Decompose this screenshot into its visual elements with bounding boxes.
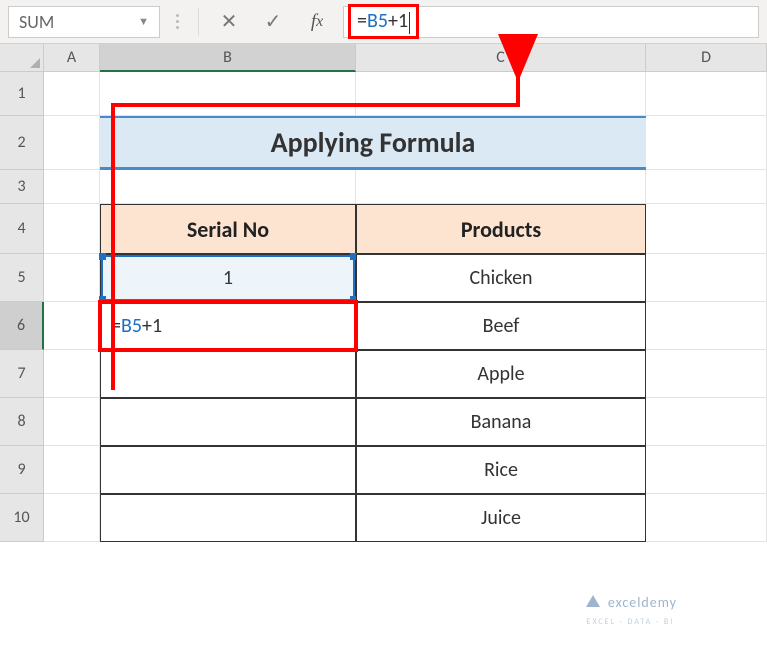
row-header-1[interactable]: 1 [0,72,44,116]
cell-a4[interactable] [44,204,100,254]
cell-c8[interactable]: Banana [356,398,646,446]
formula-bar: SUM ▼ ✕ ✓ fx =B5+1 [0,0,767,44]
cell-b3[interactable] [100,170,356,204]
expand-dots-icon[interactable] [168,14,186,29]
enter-icon[interactable]: ✓ [255,6,291,38]
col-header-d[interactable]: D [646,44,767,72]
cell-d8[interactable] [646,398,767,446]
cell-a3[interactable] [44,170,100,204]
row-header-6[interactable]: 6 [0,302,44,350]
row-header-5[interactable]: 5 [0,254,44,302]
watermark-sub: EXCEL · DATA · BI [587,617,675,627]
cell-c5[interactable]: Chicken [356,254,646,302]
cell-b7[interactable] [100,350,356,398]
cell-c7[interactable]: Apple [356,350,646,398]
cell-d10[interactable] [646,494,767,542]
cell-d2[interactable] [646,116,767,170]
row-header-10[interactable]: 10 [0,494,44,542]
formula-highlight-box: =B5+1 [348,4,419,38]
cell-d7[interactable] [646,350,767,398]
cell-a6[interactable] [44,302,100,350]
cell-c3[interactable] [356,170,646,204]
col-header-a[interactable]: A [44,44,100,72]
header-serial-no[interactable]: Serial No [100,204,356,254]
edit-mode-indicator [354,303,357,349]
cell-b8[interactable] [100,398,356,446]
cell-a10[interactable] [44,494,100,542]
cell-b6-editing[interactable]: =B5+1 [100,302,356,350]
chevron-down-icon[interactable]: ▼ [138,15,149,28]
separator [198,8,199,36]
cell-c6[interactable]: Beef [356,302,646,350]
name-box[interactable]: SUM ▼ [8,6,160,38]
cell-d5[interactable] [646,254,767,302]
cell-d3[interactable] [646,170,767,204]
cell-a7[interactable] [44,350,100,398]
cell-a1[interactable] [44,72,100,116]
select-all-corner[interactable] [0,44,44,72]
row-header-7[interactable]: 7 [0,350,44,398]
title-cell[interactable]: Applying Formula [100,116,646,170]
text-caret [409,12,410,34]
row-header-2[interactable]: 2 [0,116,44,170]
cell-a5[interactable] [44,254,100,302]
cell-a2[interactable] [44,116,100,170]
cell-a9[interactable] [44,446,100,494]
cell-b6-formula: =B5+1 [111,314,162,338]
row-header-4[interactable]: 4 [0,204,44,254]
row-header-9[interactable]: 9 [0,446,44,494]
cell-c9[interactable]: Rice [356,446,646,494]
cell-b1[interactable] [100,72,356,116]
cell-b10[interactable] [100,494,356,542]
cell-b9[interactable] [100,446,356,494]
col-header-c[interactable]: C [356,44,646,72]
col-header-b[interactable]: B [100,44,356,72]
row-header-8[interactable]: 8 [0,398,44,446]
header-products[interactable]: Products [356,204,646,254]
cell-d4[interactable] [646,204,767,254]
row-header-3[interactable]: 3 [0,170,44,204]
watermark-text: exceldemy [608,594,677,611]
watermark: exceldemy EXCEL · DATA · BI [584,593,677,627]
spreadsheet-grid: A B C D 1 2 Applying Formula 3 4 Serial … [0,44,767,542]
cancel-icon[interactable]: ✕ [211,6,247,38]
cell-d9[interactable] [646,446,767,494]
logo-icon [584,593,602,611]
cell-d1[interactable] [646,72,767,116]
name-box-value: SUM [19,11,54,33]
cell-d6[interactable] [646,302,767,350]
cell-b5-value: 1 [223,266,233,290]
cell-a8[interactable] [44,398,100,446]
formula-input[interactable]: =B5+1 [343,6,759,38]
cell-c10[interactable]: Juice [356,494,646,542]
fx-icon[interactable]: fx [299,6,335,38]
cell-b5[interactable]: 1 [100,254,356,302]
cell-c1[interactable] [356,72,646,116]
